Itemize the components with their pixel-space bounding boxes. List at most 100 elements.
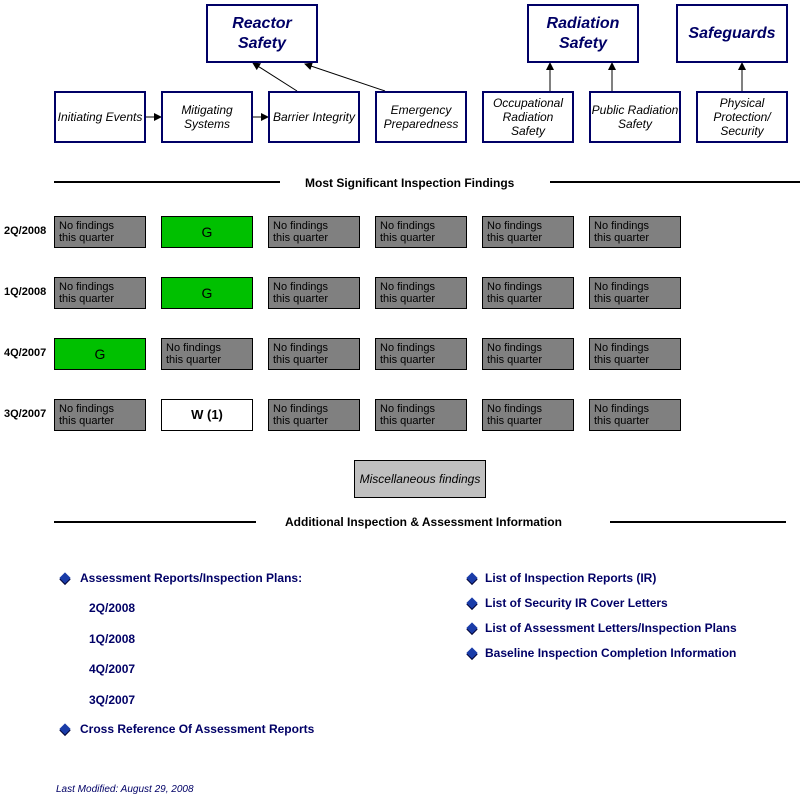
arrow-emergency-to-reactor xyxy=(304,62,386,92)
no-findings-text: this quarter xyxy=(59,415,115,427)
no-findings-cell: No findings this quarter xyxy=(54,216,146,248)
no-findings-text: this quarter xyxy=(594,293,650,305)
no-findings-text: this quarter xyxy=(273,354,329,366)
no-findings-text: No findings xyxy=(166,342,222,354)
link-assessment-reports-inspection-plans[interactable]: Assessment Reports/Inspection Plans: xyxy=(80,571,302,585)
no-findings-text: this quarter xyxy=(594,415,650,427)
no-findings-text: this quarter xyxy=(273,415,329,427)
no-findings-text: No findings xyxy=(594,403,650,415)
category-reactor-safety[interactable]: Reactor Safety xyxy=(206,4,318,63)
no-findings-text: this quarter xyxy=(59,293,115,305)
finding-green-cell[interactable]: G xyxy=(161,277,253,309)
no-findings-text: No findings xyxy=(273,220,329,232)
no-findings-text: No findings xyxy=(487,342,543,354)
no-findings-text: No findings xyxy=(59,220,115,232)
link-inspection-reports[interactable]: List of Inspection Reports (IR) xyxy=(485,571,656,585)
link-cross-reference-assessment-reports[interactable]: Cross Reference Of Assessment Reports xyxy=(80,722,314,736)
finding-white-cell[interactable]: W (1) xyxy=(161,399,253,431)
no-findings-text: No findings xyxy=(594,342,650,354)
no-findings-text: No findings xyxy=(380,342,436,354)
quarter-label: 4Q/2007 xyxy=(4,347,47,359)
no-findings-text: No findings xyxy=(273,403,329,415)
no-findings-text: No findings xyxy=(273,281,329,293)
no-findings-cell: No findings this quarter xyxy=(268,216,360,248)
no-findings-cell: No findings this quarter xyxy=(161,338,253,370)
no-findings-cell: No findings this quarter xyxy=(54,399,146,431)
no-findings-text: No findings xyxy=(487,220,543,232)
link-security-ir-cover-letters[interactable]: List of Security IR Cover Letters xyxy=(485,596,668,610)
no-findings-text: No findings xyxy=(487,403,543,415)
no-findings-text: this quarter xyxy=(380,232,436,244)
diamond-bullet-icon xyxy=(466,572,478,584)
miscellaneous-findings-button[interactable]: Miscellaneous findings xyxy=(354,460,486,498)
link-baseline-inspection-completion[interactable]: Baseline Inspection Completion Informati… xyxy=(485,646,736,660)
no-findings-text: No findings xyxy=(59,403,115,415)
diamond-bullet-icon xyxy=(466,622,478,634)
no-findings-cell: No findings this quarter xyxy=(268,277,360,309)
category-safeguards[interactable]: Safeguards xyxy=(676,4,788,63)
no-findings-text: this quarter xyxy=(487,232,543,244)
cornerstone-public-radiation-safety[interactable]: Public Radiation Safety xyxy=(589,91,681,143)
no-findings-text: No findings xyxy=(487,281,543,293)
link-assessment-quarter[interactable]: 3Q/2007 xyxy=(89,693,135,707)
additional-divider-right xyxy=(610,521,786,523)
diamond-bullet-icon xyxy=(59,572,71,584)
no-findings-cell: No findings this quarter xyxy=(268,399,360,431)
no-findings-cell: No findings this quarter xyxy=(589,277,681,309)
category-radiation-safety[interactable]: Radiation Safety xyxy=(527,4,639,63)
link-assessment-quarter[interactable]: 2Q/2008 xyxy=(89,601,135,615)
arrow-barrier-to-reactor xyxy=(252,62,298,92)
no-findings-text: this quarter xyxy=(380,354,436,366)
no-findings-text: this quarter xyxy=(487,415,543,427)
section-divider-left xyxy=(54,181,280,183)
quarter-label: 1Q/2008 xyxy=(4,286,47,298)
no-findings-text: No findings xyxy=(380,281,436,293)
no-findings-cell: No findings this quarter xyxy=(589,399,681,431)
findings-section-title: Most Significant Inspection Findings xyxy=(305,176,515,190)
last-modified: Last Modified: August 29, 2008 xyxy=(56,784,194,795)
link-assessment-quarter[interactable]: 1Q/2008 xyxy=(89,632,135,646)
diamond-bullet-icon xyxy=(466,597,478,609)
no-findings-cell: No findings this quarter xyxy=(375,216,467,248)
link-assessment-letters-inspection-plans[interactable]: List of Assessment Letters/Inspection Pl… xyxy=(485,621,737,635)
no-findings-text: this quarter xyxy=(487,293,543,305)
no-findings-cell: No findings this quarter xyxy=(375,338,467,370)
no-findings-cell: No findings this quarter xyxy=(375,399,467,431)
no-findings-text: this quarter xyxy=(380,415,436,427)
no-findings-cell: No findings this quarter xyxy=(589,338,681,370)
diamond-bullet-icon xyxy=(59,723,71,735)
link-assessment-quarter[interactable]: 4Q/2007 xyxy=(89,662,135,676)
section-divider-right xyxy=(550,181,800,183)
cornerstone-barrier-integrity[interactable]: Barrier Integrity xyxy=(268,91,360,143)
diamond-bullet-icon xyxy=(466,647,478,659)
additional-section-title: Additional Inspection & Assessment Infor… xyxy=(285,515,562,529)
no-findings-cell: No findings this quarter xyxy=(482,216,574,248)
no-findings-text: this quarter xyxy=(273,232,329,244)
no-findings-text: this quarter xyxy=(594,354,650,366)
no-findings-text: No findings xyxy=(594,281,650,293)
finding-green-cell[interactable]: G xyxy=(54,338,146,370)
no-findings-text: this quarter xyxy=(487,354,543,366)
finding-green-cell[interactable]: G xyxy=(161,216,253,248)
no-findings-cell: No findings this quarter xyxy=(268,338,360,370)
no-findings-cell: No findings this quarter xyxy=(482,399,574,431)
no-findings-cell: No findings this quarter xyxy=(482,277,574,309)
no-findings-text: this quarter xyxy=(380,293,436,305)
no-findings-text: this quarter xyxy=(166,354,222,366)
cornerstone-occupational-radiation-safety[interactable]: Occupational Radiation Safety xyxy=(482,91,574,143)
cornerstone-physical-protection-security[interactable]: Physical Protection/ Security xyxy=(696,91,788,143)
no-findings-text: No findings xyxy=(273,342,329,354)
no-findings-text: this quarter xyxy=(594,232,650,244)
no-findings-text: this quarter xyxy=(273,293,329,305)
no-findings-text: No findings xyxy=(594,220,650,232)
quarter-label: 2Q/2008 xyxy=(4,225,47,237)
no-findings-cell: No findings this quarter xyxy=(482,338,574,370)
cornerstone-emergency-preparedness[interactable]: Emergency Preparedness xyxy=(375,91,467,143)
cornerstone-mitigating-systems[interactable]: Mitigating Systems xyxy=(161,91,253,143)
quarter-label: 3Q/2007 xyxy=(4,408,47,420)
no-findings-text: No findings xyxy=(59,281,115,293)
cornerstone-initiating-events[interactable]: Initiating Events xyxy=(54,91,146,143)
no-findings-text: this quarter xyxy=(59,232,115,244)
no-findings-cell: No findings this quarter xyxy=(54,277,146,309)
no-findings-cell: No findings this quarter xyxy=(375,277,467,309)
